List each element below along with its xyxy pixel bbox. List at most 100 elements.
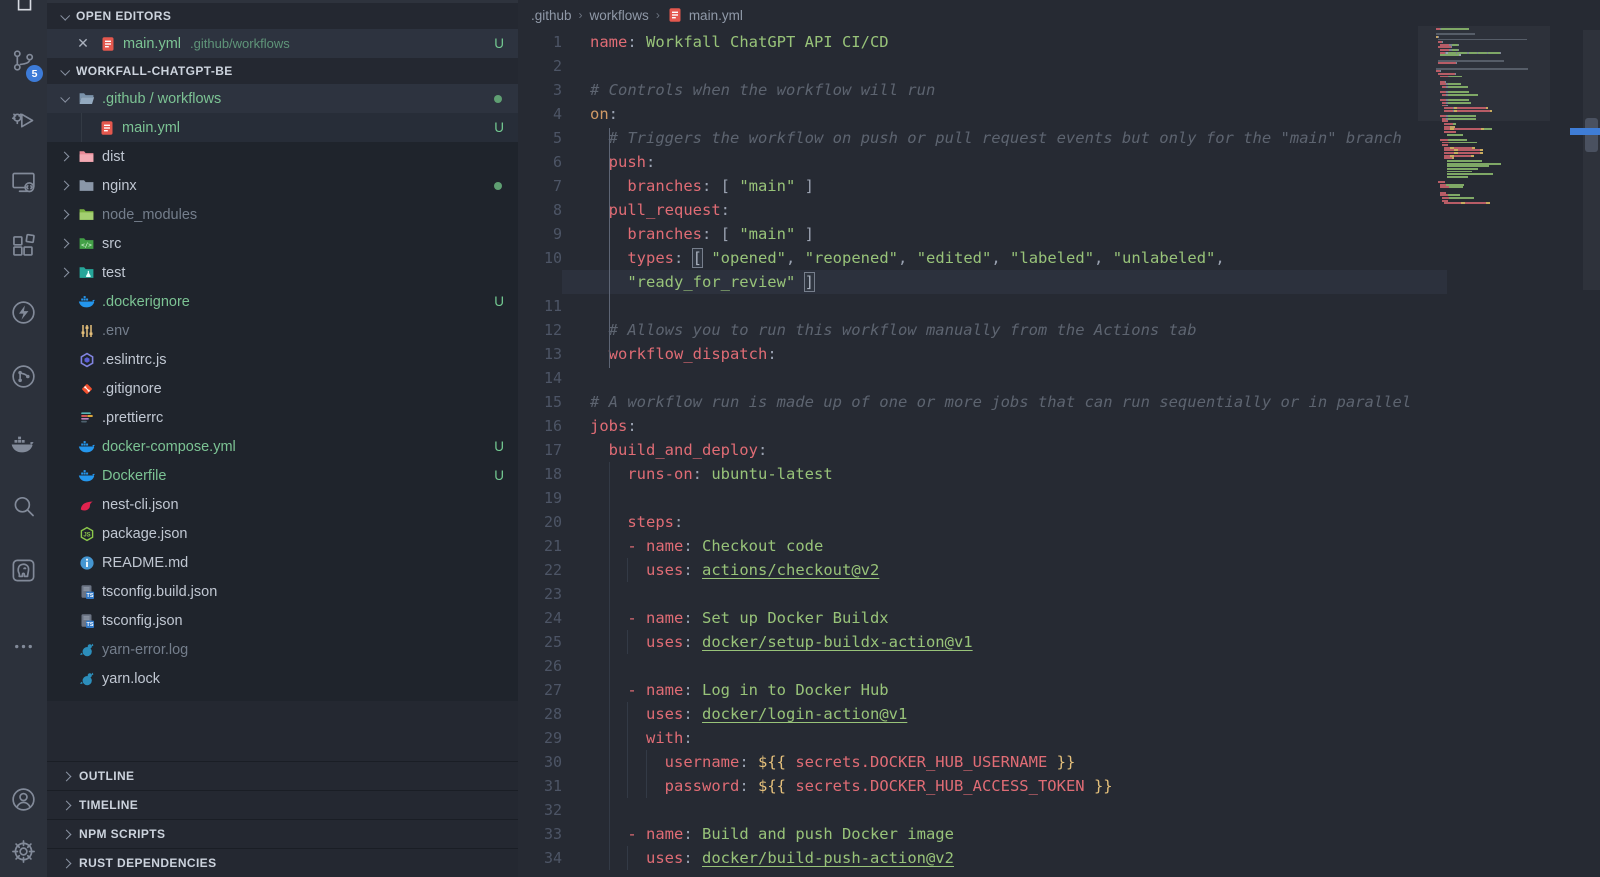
line-number: 5 [552, 129, 562, 147]
tree-indent-guide [81, 113, 82, 142]
tree-item-dockerfile[interactable]: Dockerfile U [47, 461, 518, 490]
open-editor-item[interactable]: ✕ main.yml .github/workflows U [47, 29, 518, 58]
run-and-debug-icon[interactable] [0, 96, 47, 144]
tree-item--gitignore[interactable]: .gitignore [47, 374, 518, 403]
panel-title: RUST DEPENDENCIES [79, 856, 217, 870]
explorer-icon[interactable] [11, 0, 37, 19]
tree-item-test[interactable]: test [47, 258, 518, 287]
token: , [1215, 249, 1225, 267]
code-line-22[interactable]: 22 uses: actions/checkout@v2 [518, 558, 1600, 582]
open-editors-header[interactable]: OPEN EDITORS [47, 3, 518, 29]
panel-header-outline[interactable]: OUTLINE [47, 761, 518, 790]
tree-item-src[interactable]: </> src [47, 229, 518, 258]
tree-item-dist[interactable]: dist [47, 142, 518, 171]
breadcrumb-item[interactable]: workflows [590, 8, 649, 23]
tree-item--eslintrc-js[interactable]: .eslintrc.js [47, 345, 518, 374]
breadcrumb-item[interactable]: .github [531, 8, 572, 23]
chevron-down-icon [60, 92, 71, 103]
panel-header-timeline[interactable]: TIMELINE [47, 790, 518, 819]
code-line-30[interactable]: 30 username: ${{ secrets.DOCKER_HUB_USER… [518, 750, 1600, 774]
code-line-33[interactable]: 33 - name: Build and push Docker image [518, 822, 1600, 846]
tree-item-readme-md[interactable]: README.md [47, 548, 518, 577]
minimap[interactable] [1436, 28, 1532, 205]
code-line-17[interactable]: 17 build_and_deploy: [518, 438, 1600, 462]
scrollbar-thumb[interactable] [1585, 118, 1598, 152]
git-graph-icon[interactable] [0, 352, 47, 400]
tree-item-package-json[interactable]: JS package.json [47, 519, 518, 548]
code-line-wrap[interactable]: "ready_for_review" ] [518, 270, 1600, 294]
line-number: 8 [552, 201, 562, 219]
tree-item-node-modules[interactable]: node_modules [47, 200, 518, 229]
docker-icon[interactable] [0, 420, 47, 468]
manage-settings-icon[interactable] [0, 825, 47, 877]
code-line-24[interactable]: 24 - name: Set up Docker Buildx [518, 606, 1600, 630]
indent-guide [627, 774, 629, 798]
token: "main" [739, 177, 796, 195]
token: : [683, 537, 693, 555]
tree-item-yarn-error-log[interactable]: yarn-error.log [47, 635, 518, 664]
tree-item-docker-compose-yml[interactable]: docker-compose.yml U [47, 432, 518, 461]
code-line-18[interactable]: 18 runs-on: ubuntu-latest [518, 462, 1600, 486]
code-line-11[interactable]: 11 [518, 294, 1600, 318]
code-line-26[interactable]: 26 [518, 654, 1600, 678]
line-number: 23 [543, 585, 562, 603]
code-line-20[interactable]: 20 steps: [518, 510, 1600, 534]
editor-scrollbar[interactable] [1570, 30, 1600, 290]
indent-guide [608, 750, 610, 774]
tree-item--github-workflows[interactable]: .github / workflows [47, 84, 518, 113]
remote-explorer-icon[interactable] [0, 158, 47, 206]
code-line-31[interactable]: 31 password: ${{ secrets.DOCKER_HUB_ACCE… [518, 774, 1600, 798]
thunder-client-icon[interactable] [0, 288, 47, 336]
code-line-16[interactable]: 16 jobs: [518, 414, 1600, 438]
tree-item-main-yml[interactable]: main.yml U [47, 113, 518, 142]
close-icon[interactable]: ✕ [75, 35, 91, 52]
code-line-32[interactable]: 32 [518, 798, 1600, 822]
more-views-icon[interactable] [0, 622, 47, 670]
code-line-10[interactable]: 10 types: [ "opened", "reopened", "edite… [518, 246, 1600, 270]
code-line-12[interactable]: 12 # Allows you to run this workflow man… [518, 318, 1600, 342]
code-line-9[interactable]: 9 branches: [ "main" ] [518, 222, 1600, 246]
tree-item--dockerignore[interactable]: .dockerignore U [47, 287, 518, 316]
panel-header-rust-dependencies[interactable]: RUST DEPENDENCIES [47, 848, 518, 877]
indent-guide [608, 486, 610, 510]
indent-guide [627, 846, 629, 870]
tree-item-tsconfig-json[interactable]: TS tsconfig.json [47, 606, 518, 635]
line-number: 18 [543, 465, 562, 483]
tree-item-label: src [102, 235, 122, 252]
tree-item-nginx[interactable]: nginx [47, 171, 518, 200]
accounts-icon[interactable] [0, 773, 47, 825]
tree-item-label: .dockerignore [102, 293, 190, 310]
code-line-25[interactable]: 25 uses: docker/setup-buildx-action@v1 [518, 630, 1600, 654]
code-line-15[interactable]: 15 # A workflow run is made up of one or … [518, 390, 1600, 414]
tree-item--prettierrc[interactable]: .prettierrc [47, 403, 518, 432]
code-line-29[interactable]: 29 with: [518, 726, 1600, 750]
code-line-21[interactable]: 21 - name: Checkout code [518, 534, 1600, 558]
panel-header-npm-scripts[interactable]: NPM SCRIPTS [47, 819, 518, 848]
code-line-23[interactable]: 23 [518, 582, 1600, 606]
code-line-14[interactable]: 14 [518, 366, 1600, 390]
token: - name [590, 537, 684, 555]
postgres-explorer-icon[interactable] [0, 546, 47, 594]
token: : [683, 729, 693, 747]
panel-title: TIMELINE [79, 798, 139, 812]
line-number: 6 [552, 153, 562, 171]
code-line-27[interactable]: 27 - name: Log in to Docker Hub [518, 678, 1600, 702]
indent-guide [608, 558, 610, 582]
code-line-13[interactable]: 13 workflow_dispatch: [518, 342, 1600, 366]
tree-item--env[interactable]: .env [47, 316, 518, 345]
source-control-icon[interactable]: 5 [0, 36, 47, 84]
code-line-28[interactable]: 28 uses: docker/login-action@v1 [518, 702, 1600, 726]
breadcrumb-item[interactable]: main.yml [689, 8, 743, 23]
project-root-header[interactable]: WORKFALL-CHATGPT-BE [47, 58, 518, 84]
token: : [757, 441, 768, 459]
token: build_and_deploy [590, 441, 758, 459]
extensions-icon[interactable] [0, 222, 47, 270]
tree-item-yarn-lock[interactable]: yarn.lock [47, 664, 518, 693]
token: , [898, 249, 908, 267]
line-number: 25 [543, 633, 562, 651]
code-line-34[interactable]: 34 uses: docker/build-push-action@v2 [518, 846, 1600, 870]
code-line-19[interactable]: 19 [518, 486, 1600, 510]
search-icon[interactable] [0, 482, 47, 530]
tree-item-tsconfig-build-json[interactable]: TS tsconfig.build.json [47, 577, 518, 606]
tree-item-nest-cli-json[interactable]: nest-cli.json [47, 490, 518, 519]
